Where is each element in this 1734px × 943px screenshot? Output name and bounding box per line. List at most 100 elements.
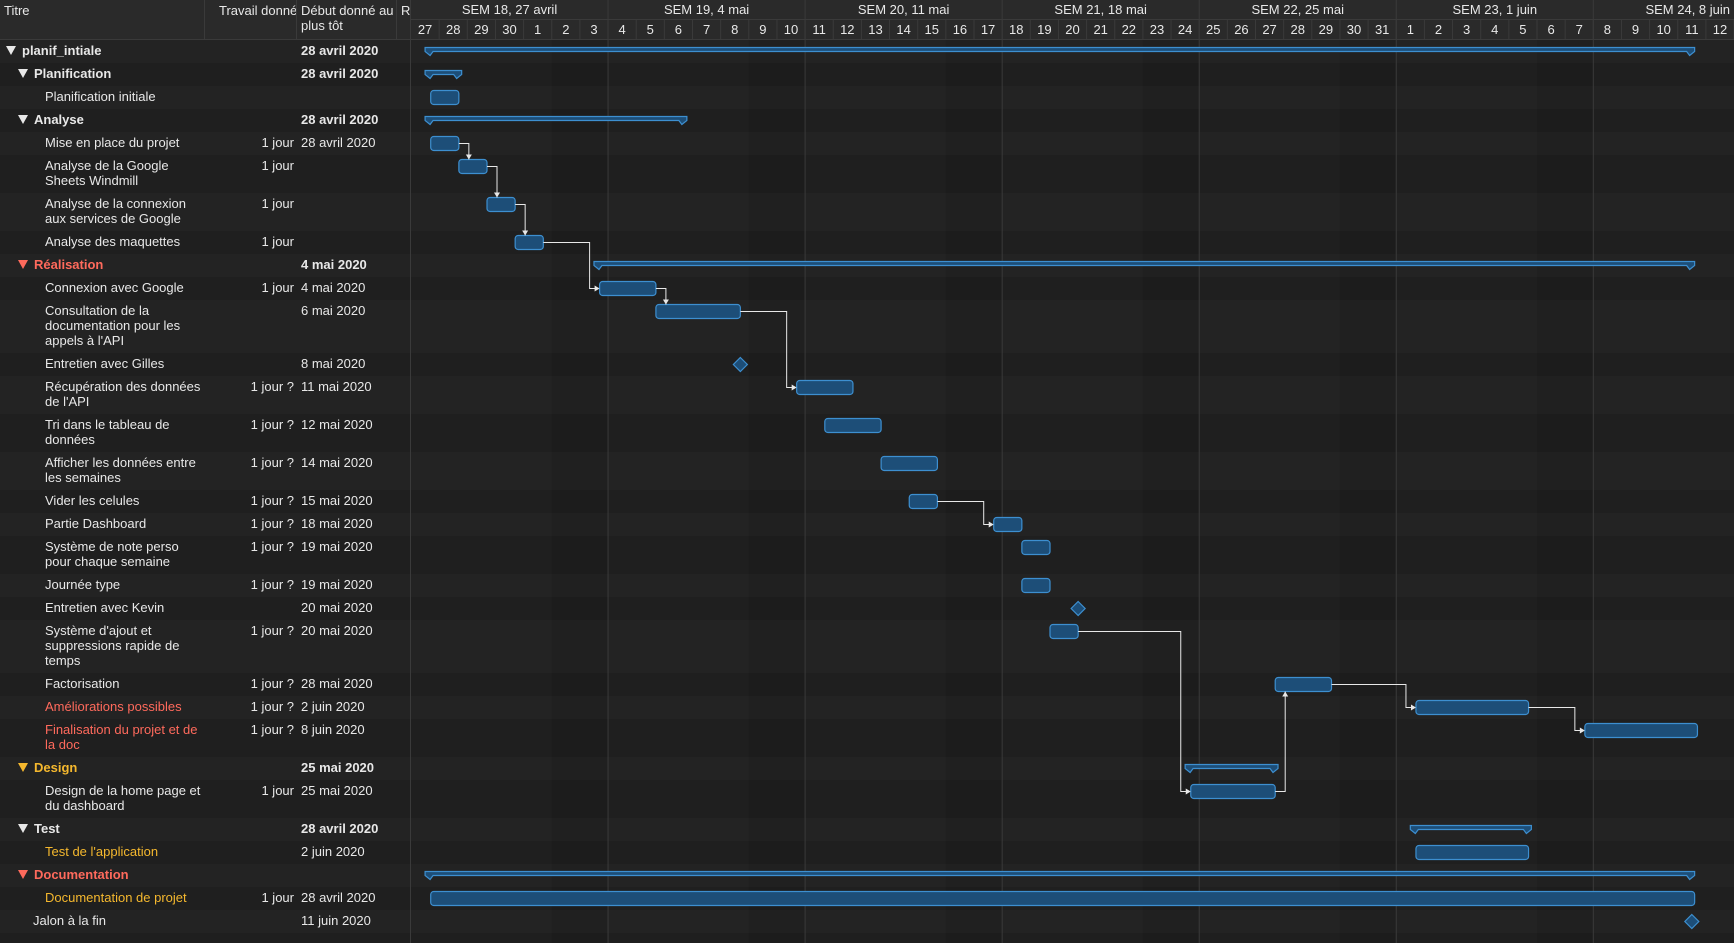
milestone-row[interactable]: Entretien avec Gilles 8 mai 2020: [0, 353, 410, 376]
task-row[interactable]: Design de la home page et du dashboard 1 j…: [0, 780, 410, 818]
task-title[interactable]: Vider les celules: [45, 493, 139, 508]
task-work[interactable]: 1 jour ?: [238, 516, 294, 531]
day-label[interactable]: 1: [1407, 22, 1414, 37]
task-start-date[interactable]: 18 mai 2020: [301, 516, 373, 531]
disclosure-triangle-icon[interactable]: [18, 824, 28, 833]
task-title[interactable]: Afficher les données entre les semaines: [45, 455, 196, 485]
task-work[interactable]: 1 jour ?: [238, 676, 294, 691]
disclosure-triangle-icon[interactable]: [18, 260, 28, 269]
task-row[interactable]: Factorisation 1 jour ? 28 mai 2020: [0, 673, 410, 696]
task-start-date[interactable]: 19 mai 2020: [301, 577, 373, 592]
task-bar[interactable]: [430, 890, 1696, 907]
day-label[interactable]: 15: [925, 22, 939, 37]
day-label[interactable]: 3: [590, 22, 597, 37]
task-group-row[interactable]: Réalisation 4 mai 2020: [0, 254, 410, 277]
day-label[interactable]: 28: [446, 22, 460, 37]
task-row[interactable]: Système d'ajout et suppressions rapide de…: [0, 620, 410, 673]
task-title[interactable]: Design de la home page et du dashboard: [45, 783, 200, 813]
day-label[interactable]: 17: [981, 22, 995, 37]
task-title[interactable]: Consultation de la documentation pour les…: [45, 303, 180, 348]
task-title[interactable]: Test de l'application: [45, 844, 158, 859]
task-start-date[interactable]: 28 mai 2020: [301, 676, 373, 691]
task-start-date[interactable]: 15 mai 2020: [301, 493, 373, 508]
day-label[interactable]: 11: [812, 22, 826, 37]
task-row[interactable]: Mise en place du projet 1 jour 28 avril 20…: [0, 132, 410, 155]
column-divider[interactable]: [204, 0, 205, 39]
task-work[interactable]: 1 jour: [238, 890, 294, 905]
milestone-row[interactable]: Entretien avec Kevin 20 mai 2020: [0, 597, 410, 620]
task-bar[interactable]: [1274, 676, 1333, 693]
task-start-date[interactable]: 6 mai 2020: [301, 303, 365, 318]
task-start-date[interactable]: 12 mai 2020: [301, 417, 373, 432]
task-title[interactable]: planif_intiale: [6, 43, 101, 58]
task-title[interactable]: Documentation de projet: [45, 890, 187, 905]
task-start-date[interactable]: 28 avril 2020: [301, 890, 375, 905]
task-row[interactable]: Analyse de la connexion aux services de G…: [0, 193, 410, 231]
task-title[interactable]: Factorisation: [45, 676, 119, 691]
task-title[interactable]: Partie Dashboard: [45, 516, 146, 531]
task-title[interactable]: Design: [18, 760, 77, 775]
day-label[interactable]: 22: [1122, 22, 1136, 37]
task-row[interactable]: Vider les celules 1 jour ? 15 mai 2020: [0, 490, 410, 513]
task-title[interactable]: Jalon à la fin: [33, 913, 106, 928]
day-label[interactable]: 31: [1375, 22, 1389, 37]
day-label[interactable]: 29: [474, 22, 488, 37]
day-label[interactable]: 25: [1206, 22, 1220, 37]
task-bar[interactable]: [458, 158, 488, 175]
task-start-date[interactable]: 2 juin 2020: [301, 844, 365, 859]
day-label[interactable]: 26: [1234, 22, 1248, 37]
day-label[interactable]: 21: [1093, 22, 1107, 37]
task-title[interactable]: Planification: [18, 66, 111, 81]
task-group-row[interactable]: Planification 28 avril 2020: [0, 63, 410, 86]
task-bar[interactable]: [514, 234, 544, 251]
task-row[interactable]: Documentation de projet 1 jour 28 avril 20…: [0, 887, 410, 910]
day-label[interactable]: 7: [1576, 22, 1583, 37]
day-label[interactable]: 1: [534, 22, 541, 37]
task-bar[interactable]: [486, 196, 516, 213]
task-start-date[interactable]: 14 mai 2020: [301, 455, 373, 470]
day-label[interactable]: 4: [619, 22, 626, 37]
week-label[interactable]: SEM 23, 1 juin: [1453, 2, 1538, 17]
task-work[interactable]: 1 jour: [238, 135, 294, 150]
week-label[interactable]: SEM 22, 25 mai: [1251, 2, 1344, 17]
task-group-row[interactable]: Analyse 28 avril 2020: [0, 109, 410, 132]
task-title[interactable]: Documentation: [18, 867, 129, 882]
task-bar[interactable]: [1049, 623, 1079, 640]
task-bar[interactable]: [824, 417, 882, 434]
week-label[interactable]: SEM 24, 8 juin: [1645, 2, 1730, 17]
task-title[interactable]: Entretien avec Kevin: [45, 600, 164, 615]
task-bar[interactable]: [655, 303, 741, 320]
task-bar[interactable]: [1021, 577, 1051, 594]
column-divider[interactable]: [296, 0, 297, 39]
task-work[interactable]: 1 jour: [238, 783, 294, 798]
task-title[interactable]: Tri dans le tableau de données: [45, 417, 170, 447]
task-start-date[interactable]: 28 avril 2020: [301, 112, 378, 127]
day-label[interactable]: 28: [1290, 22, 1304, 37]
task-title[interactable]: Récupération des données de l'API: [45, 379, 200, 409]
task-title[interactable]: Réalisation: [18, 257, 103, 272]
day-label[interactable]: 30: [1347, 22, 1361, 37]
task-bar[interactable]: [430, 135, 460, 152]
day-label[interactable]: 12: [840, 22, 854, 37]
task-bar[interactable]: [1021, 539, 1051, 556]
task-title[interactable]: Journée type: [45, 577, 120, 592]
task-bar[interactable]: [908, 493, 939, 510]
task-group-row[interactable]: Design 25 mai 2020: [0, 757, 410, 780]
day-label[interactable]: 27: [418, 22, 432, 37]
task-title[interactable]: Système de note perso pour chaque semaine: [45, 539, 179, 569]
task-bar[interactable]: [1190, 783, 1276, 800]
task-bar[interactable]: [1584, 722, 1699, 739]
task-row[interactable]: Journée type 1 jour ? 19 mai 2020: [0, 574, 410, 597]
week-label[interactable]: SEM 21, 18 mai: [1054, 2, 1147, 17]
task-title[interactable]: Système d'ajout et suppressions rapide de…: [45, 623, 179, 668]
task-work[interactable]: 1 jour ?: [238, 699, 294, 714]
task-work[interactable]: 1 jour ?: [238, 623, 294, 638]
day-label[interactable]: 4: [1491, 22, 1498, 37]
task-row[interactable]: Planification initiale: [0, 86, 410, 109]
task-work[interactable]: 1 jour: [238, 234, 294, 249]
task-start-date[interactable]: 28 avril 2020: [301, 43, 378, 58]
day-label[interactable]: 5: [647, 22, 654, 37]
task-group-row[interactable]: Documentation: [0, 864, 410, 887]
task-start-date[interactable]: 28 avril 2020: [301, 66, 378, 81]
task-bar[interactable]: [430, 89, 460, 106]
